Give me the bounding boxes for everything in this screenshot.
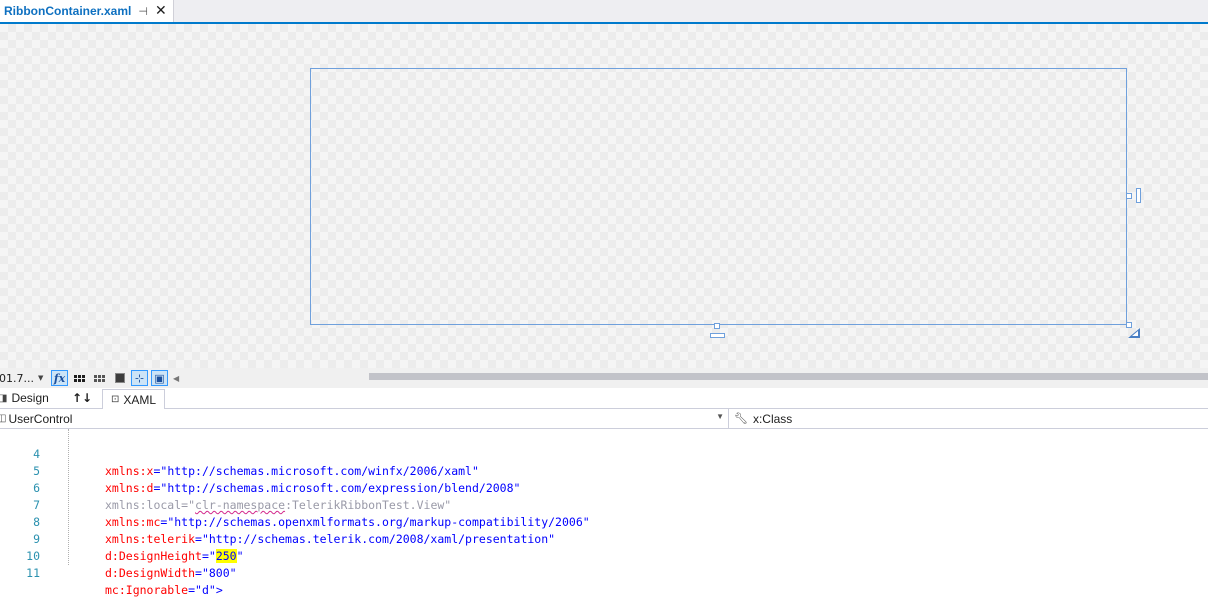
zoom-combo[interactable]: 01.7... ▼ [0,372,51,385]
code-line[interactable]: 11 mc:Ignorable="d"> [0,548,1208,597]
member-dropdown-value: x:Class [752,411,793,426]
fx-toggle-button[interactable]: fx [51,370,68,386]
xaml-view-icon: ⊡ [111,394,120,405]
tab-design[interactable]: ◨ Design [0,388,68,408]
zoom-value[interactable]: 01.7... [0,372,34,385]
resize-handle-bottom[interactable] [714,323,720,329]
grid-icon [74,374,85,382]
design-view-icon: ◨ [0,392,8,404]
resize-grip-icon[interactable] [1128,328,1140,338]
resize-handle-right[interactable] [1126,193,1132,199]
member-dropdown[interactable]: 🔧︎ x:Class [734,409,792,428]
snaplines-icon: ⊹ [134,371,145,385]
tab-xaml[interactable]: ⊡ XAML [102,389,166,409]
device-icon: ▣ [154,371,165,385]
code-line[interactable]: 7 xmlns:mc="http://schemas.openxmlformat… [0,480,1208,529]
document-tab-title[interactable]: RibbonContainer.xaml [4,4,131,18]
element-dropdown[interactable]: ◫ UserControl ▼ [0,409,729,428]
document-tab-strip: RibbonContainer.xaml ⊣ ✕ [0,0,1208,24]
xml-attribute[interactable]: mc:Ignorable [105,583,188,597]
code-line[interactable]: 10 d:DesignWidth="800" [0,531,1208,580]
chevron-down-icon[interactable]: ▼ [38,374,43,382]
element-type-icon: ◫ [0,413,7,424]
xml-value[interactable]: "800" [202,566,237,580]
height-adorner[interactable] [710,333,725,338]
scroll-left-icon[interactable]: ◀ [173,374,179,383]
code-line[interactable]: 5 xmlns:d="http://schemas.microsoft.com/… [0,446,1208,495]
checkerboard-icon [114,373,125,383]
swap-panes-icon[interactable]: ↑↓ [72,391,102,405]
xaml-code-editor[interactable]: 4 xmlns:x="http://schemas.microsoft.com/… [0,429,1208,597]
code-line[interactable]: 8 xmlns:telerik="http://schemas.telerik.… [0,497,1208,546]
view-tabs: ◨ Design ↑↓ ⊡ XAML [0,388,1208,409]
artboard[interactable] [310,68,1127,325]
snap-to-snaplines-button[interactable]: ⊹ [131,370,148,386]
grid-lines-button[interactable] [71,370,88,386]
xml-attribute[interactable]: d:DesignWidth [105,566,195,580]
code-line[interactable]: 4 xmlns:x="http://schemas.microsoft.com/… [0,429,1208,478]
designer-toolbar: 01.7... ▼ fx ⊹ ▣ ◀ [0,368,1208,388]
horizontal-scrollbar[interactable] [369,373,1208,380]
close-icon[interactable]: ✕ [155,4,167,18]
wrench-icon: 🔧︎ [734,413,748,425]
snap-gridlines-button[interactable] [91,370,108,386]
pin-icon[interactable]: ⊣ [138,6,148,17]
tab-xaml-label: XAML [123,392,157,407]
line-number: 11 [26,566,40,580]
code-line[interactable]: 9 d:DesignHeight="250" [0,514,1208,563]
snap-grid-icon [94,374,105,382]
designer-surface[interactable] [0,24,1208,368]
width-adorner[interactable] [1136,188,1141,203]
fx-icon: fx [53,371,66,385]
xml-value[interactable]: "d" [195,583,216,597]
tag-close[interactable]: > [216,583,223,597]
tab-design-label: Design [11,391,49,405]
artboard-background-button[interactable] [111,370,128,386]
element-dropdown-value: UserControl [8,411,73,426]
navigation-bar: ◫ UserControl ▼ 🔧︎ x:Class [0,409,1208,429]
code-line-unused[interactable]: 6 xmlns:local="clr-namespace:TelerikRibb… [0,463,1208,512]
document-tab-ribboncontainer[interactable]: RibbonContainer.xaml ⊣ ✕ [0,0,174,22]
device-preview-button[interactable]: ▣ [151,370,168,386]
chevron-down-icon[interactable]: ▼ [716,412,724,421]
